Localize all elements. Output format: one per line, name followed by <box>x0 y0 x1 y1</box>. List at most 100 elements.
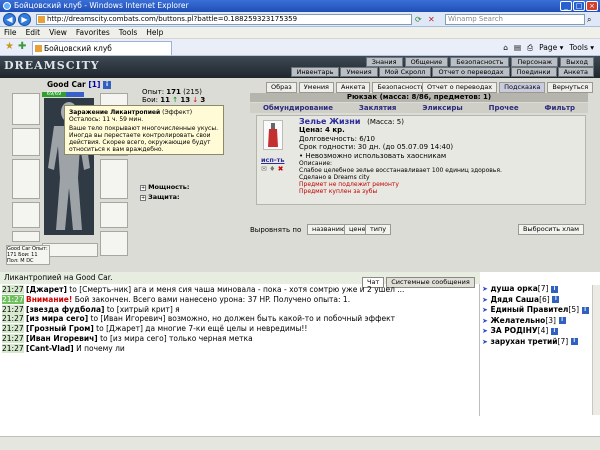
info-icon[interactable]: i <box>581 306 589 314</box>
btn-anketa[interactable]: Анкета <box>335 82 371 93</box>
expand-icon[interactable]: + <box>140 195 146 201</box>
info-icon[interactable]: i <box>570 338 578 345</box>
nav-otchet[interactable]: Отчет о переводах <box>432 67 510 77</box>
btn-umeniya[interactable]: Умения <box>298 82 334 93</box>
private-arrow-icon[interactable]: ➤ <box>482 327 488 335</box>
favorites-star-icon[interactable]: ★ <box>5 42 14 52</box>
toolbar-right: ⌂ ▤ ⎙ Page ▾ Tools ▾ <box>503 42 594 53</box>
slot-weapon[interactable] <box>12 159 40 199</box>
search-icon[interactable]: ⌕ <box>587 14 591 25</box>
effect-tooltip: Заражение Ликантропией (Эффект) Осталось… <box>64 105 224 155</box>
menu-edit[interactable]: Edit <box>26 27 41 38</box>
pin-icon[interactable]: ♦ <box>269 165 275 173</box>
slot-shield[interactable] <box>12 128 40 156</box>
nav-vykhod[interactable]: Выход <box>560 57 594 67</box>
expand-icon[interactable]: + <box>140 185 146 191</box>
info-icon[interactable]: i <box>550 327 558 335</box>
private-arrow-icon[interactable]: ➤ <box>482 317 488 325</box>
btn-bezopasnost[interactable]: Безопасность <box>372 82 430 93</box>
search-input[interactable]: Winamp Search <box>445 14 585 25</box>
throw-junk-button[interactable]: Выбросить хлам <box>518 224 585 235</box>
nav-inventar[interactable]: Инвентарь <box>290 67 340 77</box>
nav-obshchenie[interactable]: Общение <box>404 57 449 67</box>
user-list-scrollbar[interactable] <box>592 285 600 415</box>
slot-boots[interactable] <box>100 231 128 256</box>
nav-znaniya[interactable]: Знания <box>365 57 403 67</box>
private-arrow-icon[interactable]: ➤ <box>482 338 488 346</box>
cat-obmundirovanie[interactable]: Обмундирование <box>263 103 333 113</box>
tab-active[interactable]: Бойцовский клуб <box>32 41 172 55</box>
nav-anketa[interactable]: Анкета <box>557 67 594 77</box>
menu-bar: File Edit View Favorites Tools Help <box>0 27 600 39</box>
backpack-title: Рюкзак (масса: 8/86, предметов: 1) <box>250 93 588 102</box>
nav-moy-skroll[interactable]: Мой Скролл <box>378 67 432 77</box>
page-menu[interactable]: Page ▾ <box>539 42 563 53</box>
sort-label: Выровнять по <box>250 226 302 234</box>
user-list-item[interactable]: ➤ душа орка[7] i <box>480 284 600 295</box>
refresh-icon[interactable]: ⟳ <box>415 14 426 25</box>
user-list-item[interactable]: ➤ зарухан третий[7] i <box>480 337 600 348</box>
status-bar <box>0 436 600 450</box>
slot-ring-1[interactable] <box>12 231 40 242</box>
chat-line: 21:27 Внимание! Бой закончен. Всего вами… <box>2 294 351 304</box>
close-button[interactable]: × <box>586 1 598 11</box>
info-icon[interactable]: i <box>103 81 112 89</box>
user-list-item[interactable]: ➤ Дядя Саша[6] i <box>480 295 600 306</box>
back-button[interactable]: ◀ <box>3 13 16 26</box>
gift-icon[interactable]: ✉ <box>261 165 267 173</box>
menu-tools[interactable]: Tools <box>119 27 137 38</box>
tools-menu[interactable]: Tools ▾ <box>569 42 594 53</box>
page-favicon-icon <box>38 16 45 23</box>
cat-eliksiry[interactable]: Эликсиры <box>422 103 462 113</box>
delete-icon[interactable]: ✖ <box>278 165 284 173</box>
slot-armor[interactable] <box>100 159 128 199</box>
home-icon[interactable]: ⌂ <box>503 42 508 53</box>
nav-bezopasnost[interactable]: Безопасность <box>450 57 510 67</box>
user-list-item[interactable]: ➤ ЗА РОДІНУ[4] i <box>480 326 600 337</box>
slot-belt[interactable] <box>12 202 40 228</box>
feeds-icon[interactable]: ▤ <box>514 42 521 53</box>
user-list-item[interactable]: ➤ Единый Правител[5] i <box>480 305 600 316</box>
character-stats: Опыт: 171 (215) Бои: 11 ↑ 13 ↓ 3 <box>142 88 206 104</box>
slot-helmet[interactable] <box>12 93 40 125</box>
menu-help[interactable]: Help <box>146 27 163 38</box>
menu-file[interactable]: File <box>4 27 17 38</box>
ie-logo-icon <box>3 2 11 10</box>
url-text: http://dreamscity.combats.com/buttons.pl… <box>47 15 298 23</box>
btn-otchet[interactable]: Отчет о переводах <box>422 82 498 93</box>
item-info: Зелье Жизни (Масса: 5) Цена: 4 кр. Долго… <box>299 117 502 196</box>
nav-umeniya[interactable]: Умения <box>340 67 378 77</box>
use-item-link[interactable]: исп-ть <box>261 156 284 164</box>
menu-favorites[interactable]: Favorites <box>76 27 110 38</box>
add-favorite-icon[interactable]: ✚ <box>18 42 26 52</box>
btn-obraz[interactable]: Образ <box>266 82 297 93</box>
info-icon[interactable]: i <box>551 285 559 293</box>
private-arrow-icon[interactable]: ➤ <box>482 285 488 293</box>
user-list-item[interactable]: ➤ Желательно[3] i <box>480 316 600 327</box>
btn-podskazka[interactable]: Подсказка <box>499 82 546 93</box>
maximize-button[interactable]: □ <box>573 1 585 11</box>
minimize-button[interactable]: _ <box>560 1 572 11</box>
nav-poedinki[interactable]: Поединки <box>510 67 557 77</box>
info-icon[interactable]: i <box>552 296 560 303</box>
url-field[interactable]: http://dreamscity.combats.com/buttons.pl… <box>36 14 412 25</box>
chat-line: 21:27 [Грозный Гром] to [Джарет] да мног… <box>2 324 308 334</box>
slot-pants[interactable] <box>100 202 128 228</box>
info-icon[interactable]: i <box>558 317 566 324</box>
forward-button[interactable]: ▶ <box>18 13 31 26</box>
cat-prochee[interactable]: Прочее <box>489 103 519 113</box>
private-arrow-icon[interactable]: ➤ <box>482 296 488 304</box>
item-name[interactable]: Зелье Жизни <box>299 117 360 126</box>
cat-zaklyatiya[interactable]: Заклятия <box>359 103 397 113</box>
potion-icon[interactable] <box>263 120 283 150</box>
private-arrow-icon[interactable]: ➤ <box>482 306 488 314</box>
print-icon[interactable]: ⎙ <box>527 42 533 53</box>
sort-row: Выровнять по названию цене типу Выбросит… <box>250 223 588 237</box>
menu-view[interactable]: View <box>49 27 67 38</box>
nav-personazh[interactable]: Персонаж <box>511 57 559 67</box>
stop-icon[interactable]: ✕ <box>428 14 439 25</box>
cat-filtr[interactable]: Фильтр <box>545 103 575 113</box>
btn-vernutsya[interactable]: Вернуться <box>547 82 594 93</box>
slot-belt-items[interactable] <box>42 243 98 257</box>
sort-by-type-button[interactable]: типу <box>365 224 392 235</box>
